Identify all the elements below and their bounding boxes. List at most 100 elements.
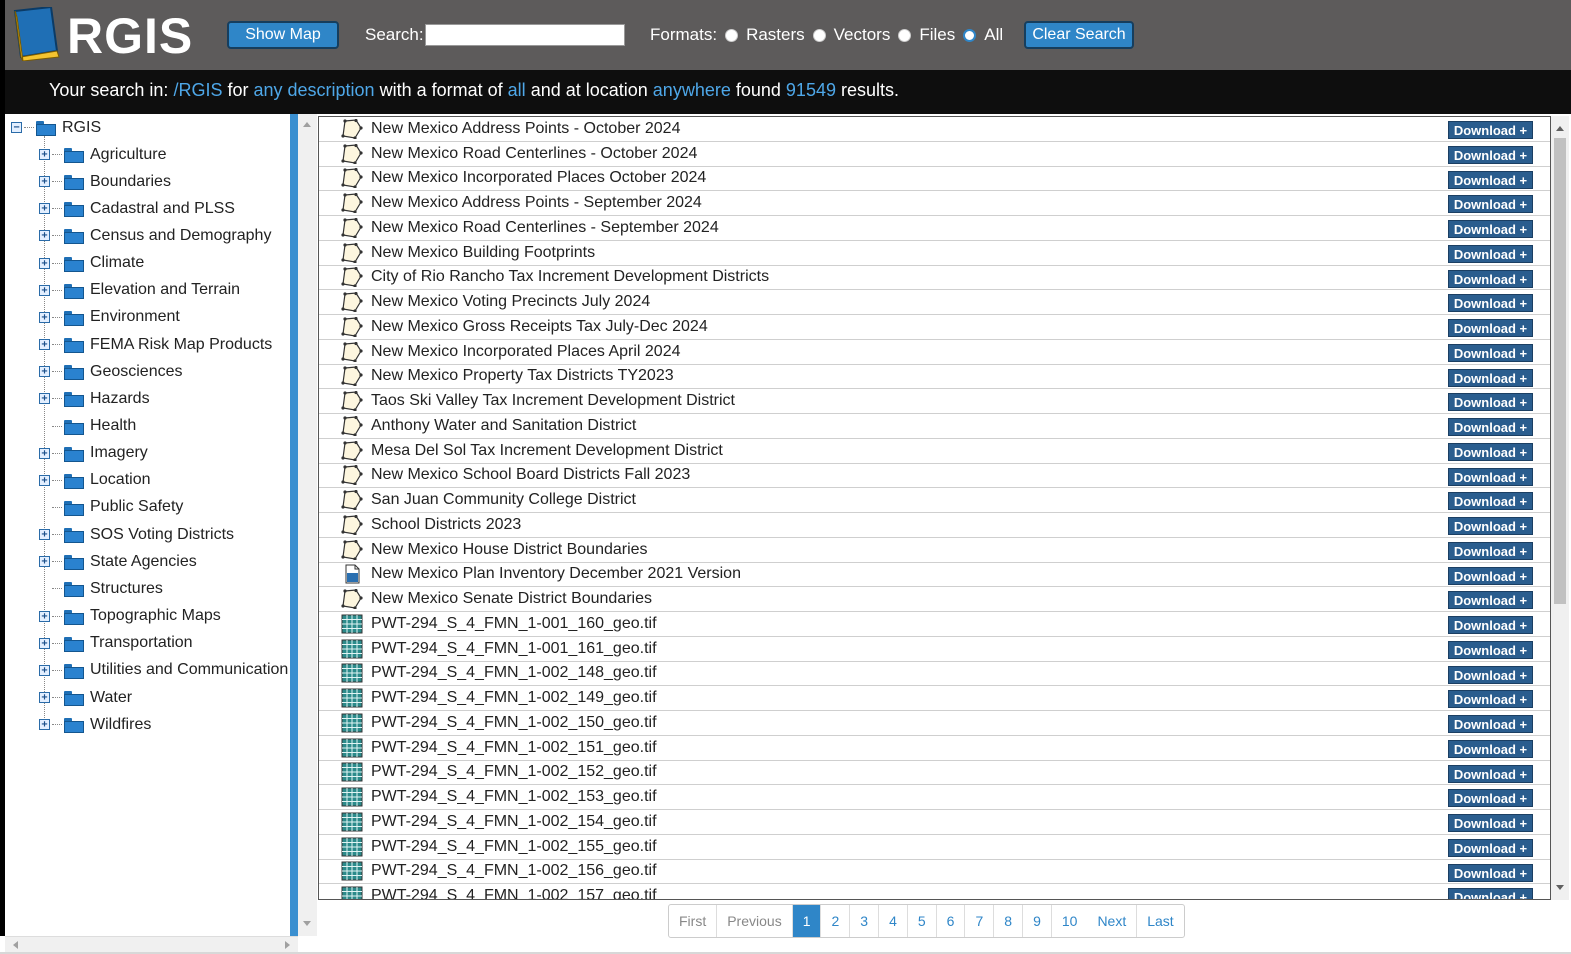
result-name[interactable]: PWT-294_S_4_FMN_1-002_149_geo.tif [371,689,1550,707]
download-button[interactable]: Download + [1448,888,1533,899]
download-button[interactable]: Download + [1448,121,1533,139]
page-next[interactable]: Next [1087,905,1138,937]
result-row[interactable]: PWT-294_S_4_FMN_1-001_161_geo.tif Downloa… [319,637,1550,662]
result-row[interactable]: PWT-294_S_4_FMN_1-002_151_geo.tif Downloa… [319,736,1550,761]
page-number[interactable]: 3 [850,905,880,937]
download-button[interactable]: Download + [1448,418,1533,436]
result-row[interactable]: PWT-294_S_4_FMN_1-002_157_geo.tif Downloa… [319,884,1550,899]
result-name[interactable]: School Districts 2023 [371,516,1550,534]
download-button[interactable]: Download + [1448,269,1533,288]
result-name[interactable]: New Mexico Address Points - September 20… [371,194,1550,212]
result-row[interactable]: Mesa Del Sol Tax Increment Development D… [319,439,1550,464]
result-row[interactable]: PWT-294_S_4_FMN_1-002_156_geo.tif Downloa… [319,860,1550,885]
expand-icon[interactable]: + [39,719,50,731]
download-button[interactable]: Download + [1448,195,1533,214]
result-name[interactable]: PWT-294_S_4_FMN_1-002_148_geo.tif [371,664,1550,682]
result-row[interactable]: New Mexico Gross Receipts Tax July-Dec 2… [319,315,1550,340]
summary-path-link[interactable]: /RGIS [173,80,222,100]
download-button[interactable]: Download + [1448,294,1533,313]
result-name[interactable]: San Juan Community College District [371,491,1550,509]
page-number[interactable]: 5 [908,905,937,937]
result-name[interactable]: New Mexico Property Tax Districts TY2023 [371,367,1550,385]
download-button[interactable]: Download + [1448,541,1533,560]
download-button[interactable]: Download + [1448,220,1533,238]
result-row[interactable]: City of Rio Rancho Tax Increment Develop… [319,266,1550,291]
result-row[interactable]: School Districts 2023 Download + [319,513,1550,538]
download-button[interactable]: Download + [1448,145,1533,164]
result-row[interactable]: PWT-294_S_4_FMN_1-002_148_geo.tif Downloa… [319,662,1550,687]
download-button[interactable]: Download + [1448,517,1533,535]
tree-item[interactable]: Structures [39,575,163,602]
result-name[interactable]: New Mexico Road Centerlines - September … [371,219,1550,237]
result-name[interactable]: PWT-294_S_4_FMN_1-002_153_geo.tif [371,788,1550,806]
expand-icon[interactable]: + [39,474,50,486]
page-number[interactable]: 7 [965,905,995,937]
tree-horizontal-scrollbar[interactable] [5,936,298,952]
page-number[interactable]: 1 [792,905,822,937]
result-name[interactable]: New Mexico Road Centerlines - October 20… [371,145,1550,163]
expand-icon[interactable]: + [39,556,50,568]
download-button[interactable]: Download + [1448,566,1533,585]
result-row[interactable]: New Mexico Incorporated Places October 2… [319,167,1550,192]
result-row[interactable]: PWT-294_S_4_FMN_1-001_160_geo.tif Downloa… [319,612,1550,637]
result-name[interactable]: New Mexico Address Points - October 2024 [371,120,1550,138]
scroll-right-arrow-icon[interactable] [284,940,292,950]
download-button[interactable]: Download + [1448,591,1533,610]
expand-icon[interactable]: + [39,339,50,351]
expand-icon[interactable]: + [39,664,50,676]
download-button[interactable]: Download + [1448,319,1533,337]
download-button[interactable]: Download + [1448,393,1533,412]
result-name[interactable]: PWT-294_S_4_FMN_1-002_151_geo.tif [371,739,1550,757]
radio-files[interactable] [898,28,912,42]
result-row[interactable]: Anthony Water and Sanitation District Dow… [319,414,1550,439]
expand-icon[interactable]: + [39,366,50,378]
download-button[interactable]: Download + [1448,814,1533,832]
expand-icon[interactable]: + [39,230,50,242]
clear-search-button[interactable]: Clear Search [1024,21,1134,49]
tree-item[interactable]: + Utilities and Communication [39,657,288,684]
tree-item[interactable]: + Climate [39,250,144,277]
result-name[interactable]: PWT-294_S_4_FMN_1-001_160_geo.tif [371,615,1550,633]
result-name[interactable]: PWT-294_S_4_FMN_1-002_156_geo.tif [371,862,1550,880]
result-row[interactable]: PWT-294_S_4_FMN_1-002_154_geo.tif Downloa… [319,810,1550,835]
download-button[interactable]: Download + [1448,764,1533,783]
page-number[interactable]: 4 [879,905,908,937]
result-name[interactable]: PWT-294_S_4_FMN_1-002_155_geo.tif [371,838,1550,856]
tree-root[interactable]: − RGIS [11,114,101,141]
expand-icon[interactable]: + [39,393,50,405]
download-button[interactable]: Download + [1448,789,1533,808]
result-name[interactable]: PWT-294_S_4_FMN_1-002_152_geo.tif [371,763,1550,781]
expand-icon[interactable]: + [39,257,50,269]
result-name[interactable]: New Mexico Senate District Boundaries [371,590,1550,608]
result-row[interactable]: New Mexico Incorporated Places April 202… [319,340,1550,365]
scroll-down-arrow-icon[interactable] [302,920,312,928]
page-last[interactable]: Last [1137,905,1183,937]
result-row[interactable]: New Mexico Road Centerlines - October 20… [319,142,1550,167]
tree-item[interactable]: + Geosciences [39,358,183,385]
summary-description-link[interactable]: any description [254,80,375,100]
scroll-left-arrow-icon[interactable] [11,940,19,950]
result-name[interactable]: City of Rio Rancho Tax Increment Develop… [371,268,1550,286]
tree-item[interactable]: + Cadastral and PLSS [39,195,235,222]
result-row[interactable]: Taos Ski Valley Tax Increment Developmen… [319,389,1550,414]
download-button[interactable]: Download + [1448,640,1533,659]
result-row[interactable]: New Mexico Road Centerlines - September … [319,216,1550,241]
download-button[interactable]: Download + [1448,170,1533,189]
result-row[interactable]: New Mexico Voting Precincts July 2024 Dow… [319,290,1550,315]
result-name[interactable]: New Mexico Voting Precincts July 2024 [371,293,1550,311]
scroll-up-arrow-icon[interactable] [1555,124,1565,132]
download-button[interactable]: Download + [1448,368,1533,387]
summary-location-link[interactable]: anywhere [653,80,731,100]
tree-item[interactable]: + Topographic Maps [39,603,221,630]
expand-icon[interactable]: + [39,149,50,160]
download-button[interactable]: Download + [1448,442,1533,461]
page-number[interactable]: 10 [1052,905,1088,937]
download-button[interactable]: Download + [1448,863,1533,882]
result-name[interactable]: Taos Ski Valley Tax Increment Developmen… [371,392,1550,410]
expand-icon[interactable]: + [39,637,50,649]
result-name[interactable]: PWT-294_S_4_FMN_1-002_154_geo.tif [371,813,1550,831]
radio-all[interactable] [963,28,977,42]
expand-icon[interactable]: + [39,203,50,215]
result-row[interactable]: New Mexico Plan Inventory December 2021 … [319,563,1550,588]
expand-icon[interactable]: + [39,447,50,459]
